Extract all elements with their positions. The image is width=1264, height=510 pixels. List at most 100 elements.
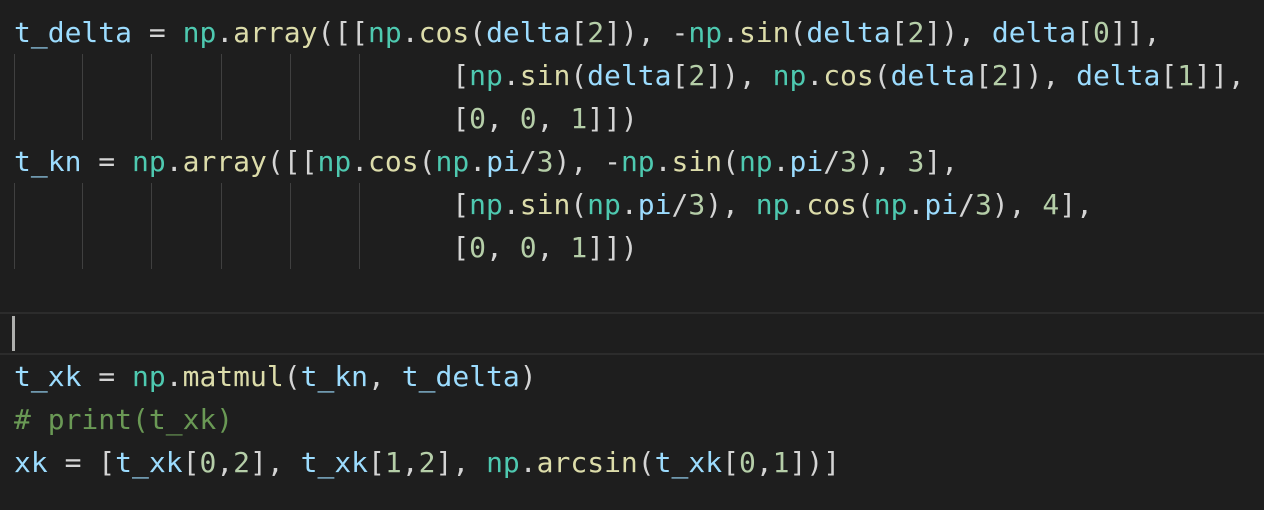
code-line-text: [0, 0, 1]]) — [14, 97, 638, 140]
code-line[interactable] — [0, 269, 1264, 312]
code-line-text: [0, 0, 1]]) — [14, 226, 638, 269]
code-token-bracket: ]], — [1194, 59, 1245, 92]
code-token-bracket: ( — [856, 188, 874, 221]
code-token-bracket: [ — [890, 16, 908, 49]
code-token-number: 0 — [1093, 16, 1110, 49]
code-line[interactable]: [0, 0, 1]]) — [0, 226, 1264, 269]
code-token-bracket: ], — [1059, 188, 1093, 221]
code-line[interactable]: # print(t_xk) — [0, 398, 1264, 441]
code-token-number: 1 — [570, 231, 588, 264]
code-token-function: array — [233, 16, 318, 49]
code-token-function: sin — [519, 59, 571, 92]
code-token-bracket: ([[ — [317, 16, 369, 49]
code-token-module: np — [317, 145, 352, 178]
code-token-operator: = — [81, 360, 133, 393]
code-token-function: matmul — [182, 360, 284, 393]
code-token-bracket: ( — [873, 59, 891, 92]
code-token-number: 2 — [418, 446, 436, 479]
code-token-bracket: [ — [14, 102, 470, 135]
code-token-bracket: ( — [637, 446, 655, 479]
code-token-module: np — [469, 188, 503, 221]
code-token-punctuation: . — [502, 59, 520, 92]
code-token-bracket: ]]) — [587, 231, 638, 264]
code-token-number: 2 — [587, 16, 605, 49]
code-token-punctuation: , — [401, 446, 419, 479]
code-token-bracket: [ — [14, 231, 470, 264]
code-token-bracket: ]), — [705, 59, 773, 92]
code-line-text: t_kn = np.array([[np.cos(np.pi/3), -np.s… — [14, 140, 958, 183]
code-line[interactable]: [np.sin(np.pi/3), np.cos(np.pi/3), 4], — [0, 183, 1264, 226]
code-line[interactable]: [0, 0, 1]]) — [0, 97, 1264, 140]
current-line-highlight — [0, 312, 1264, 355]
code-token-identifier: t_kn — [14, 145, 82, 178]
code-token-bracket: [ — [1160, 59, 1178, 92]
code-line[interactable] — [0, 312, 1264, 355]
code-editor[interactable]: t_delta = np.array([[np.cos(delta[2]), -… — [0, 0, 1264, 510]
code-token-identifier: t_xk — [115, 446, 183, 479]
code-line[interactable]: t_kn = np.array([[np.cos(np.pi/3), -np.s… — [0, 140, 1264, 183]
code-token-punctuation: . — [620, 188, 638, 221]
code-token-punctuation: , — [486, 231, 520, 264]
code-token-bracket: ], — [250, 446, 301, 479]
code-token-number: 3 — [688, 188, 706, 221]
code-token-punctuation: . — [165, 360, 183, 393]
code-token-identifier: t_xk — [14, 360, 82, 393]
code-token-module: np — [469, 59, 503, 92]
code-token-operator: / — [671, 188, 689, 221]
code-token-bracket: ( — [570, 188, 588, 221]
code-token-punctuation: . — [351, 145, 369, 178]
code-token-bracket: ( — [789, 16, 807, 49]
code-token-punctuation: . — [789, 188, 807, 221]
code-line-text: [np.sin(delta[2]), np.cos(delta[2]), del… — [14, 54, 1245, 97]
code-token-punctuation: . — [165, 145, 183, 178]
code-token-punctuation: . — [469, 145, 487, 178]
code-token-function: arcsin — [536, 446, 638, 479]
code-token-bracket: ( — [469, 16, 487, 49]
code-token-number: 3 — [840, 145, 857, 178]
code-token-operator: / — [519, 145, 537, 178]
code-token-punctuation: , — [755, 446, 773, 479]
code-token-module: np — [688, 16, 723, 49]
code-token-module: np — [132, 145, 166, 178]
code-token-module: np — [182, 16, 217, 49]
code-token-identifier: t_xk — [300, 446, 369, 479]
code-token-bracket: [ — [14, 188, 470, 221]
code-token-module: np — [873, 188, 908, 221]
code-token-identifier: delta — [806, 16, 891, 49]
code-line-text: t_delta = np.array([[np.cos(delta[2]), -… — [14, 11, 1160, 54]
code-token-number: 4 — [1042, 188, 1060, 221]
code-token-identifier: delta — [486, 16, 571, 49]
code-token-identifier: xk — [14, 446, 48, 479]
code-token-bracket: ), — [553, 145, 605, 178]
code-line-text: xk = [t_xk[0,2], t_xk[1,2], np.arcsin(t_… — [14, 441, 840, 484]
code-token-bracket: [ — [671, 59, 689, 92]
code-token-module: np — [132, 360, 166, 393]
code-token-punctuation: . — [907, 188, 925, 221]
code-token-number: 0 — [519, 102, 537, 135]
code-token-number: 0 — [519, 231, 537, 264]
code-token-bracket: ), — [705, 188, 756, 221]
code-line-text: [np.sin(np.pi/3), np.cos(np.pi/3), 4], — [14, 183, 1093, 226]
code-line-text: t_xk = np.matmul(t_kn, t_delta) — [14, 355, 537, 398]
code-token-operator: / — [958, 188, 975, 221]
code-token-module: np — [587, 188, 621, 221]
code-token-identifier: t_xk — [654, 446, 723, 479]
code-token-punctuation: . — [502, 188, 520, 221]
code-line[interactable]: xk = [t_xk[0,2], t_xk[1,2], np.arcsin(t_… — [0, 441, 1264, 484]
code-token-operator: - — [604, 145, 621, 178]
code-line[interactable]: [np.sin(delta[2]), np.cos(delta[2]), del… — [0, 54, 1264, 97]
code-token-number: 2 — [991, 59, 1009, 92]
code-token-operator: - — [671, 16, 689, 49]
code-token-punctuation: . — [772, 145, 790, 178]
code-token-operator: = — [132, 16, 183, 49]
code-token-bracket: ]], — [1109, 16, 1161, 49]
code-token-bracket: ])] — [789, 446, 841, 479]
code-token-number: 0 — [469, 231, 487, 264]
code-line[interactable]: t_xk = np.matmul(t_kn, t_delta) — [0, 355, 1264, 398]
code-token-function: sin — [671, 145, 723, 178]
code-token-bracket: ]]) — [587, 102, 638, 135]
code-line[interactable]: t_delta = np.array([[np.cos(delta[2]), -… — [0, 11, 1264, 54]
code-token-punctuation: . — [722, 16, 739, 49]
code-token-module: np — [772, 59, 807, 92]
code-token-bracket: ( — [570, 59, 588, 92]
